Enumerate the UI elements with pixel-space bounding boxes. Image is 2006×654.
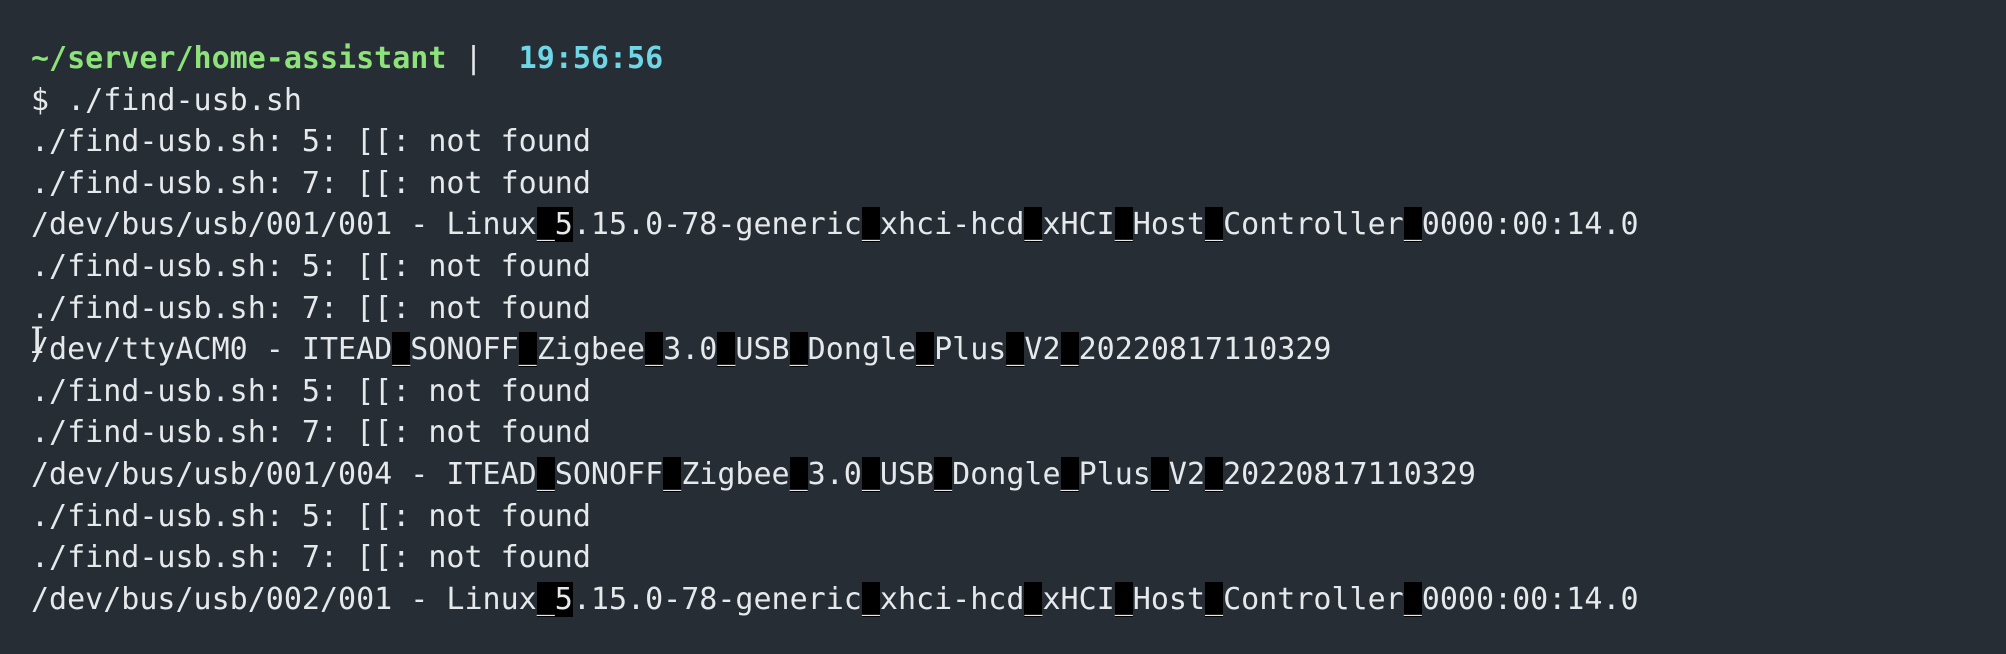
device-text: V2 (1024, 332, 1061, 368)
output-line-error-7: ./find-usb.sh: 7: [[: not found (31, 165, 591, 201)
output-line-device-usb-002-001: /dev/bus/usb/002/001 - Linux_5.15.0-78-g… (31, 579, 2006, 621)
highlight-cell: 5 (554, 581, 573, 617)
prompt-time: 19:56:56 (518, 41, 664, 76)
device-text: 20220817110329 (1078, 332, 1332, 368)
highlight-cell: _ (1205, 456, 1224, 492)
device-text: 0000:00:14.0 (1421, 581, 1639, 617)
device-text: 20220817110329 (1223, 456, 1476, 492)
output-line-device-ttyacm0: /dev/ttyACM0 - ITEAD_SONOFF_Zigbee_3.0_U… (31, 329, 2006, 371)
highlight-cell: _ (536, 581, 555, 617)
device-text: Controller (1223, 207, 1404, 243)
output-line-error-5: ./find-usb.sh: 5: [[: not found (31, 373, 591, 409)
highlight-cell: _ (1024, 207, 1043, 243)
output-line-error-5: ./find-usb.sh: 5: [[: not found (31, 124, 591, 160)
device-text: SONOFF (554, 456, 664, 492)
device-text: Host (1132, 207, 1206, 243)
device-text: xHCI (1042, 581, 1115, 617)
device-text: xHCI (1042, 207, 1115, 243)
highlight-cell: _ (789, 332, 808, 368)
device-text: V2 (1168, 456, 1206, 492)
device-text: .15.0-78-generic (572, 207, 862, 243)
device-text: Zigbee (536, 332, 646, 368)
output-line-error-5: ./find-usb.sh: 5: [[: not found (31, 248, 591, 284)
highlight-cell: _ (861, 456, 880, 492)
highlight-cell: _ (861, 207, 880, 243)
highlight-cell: _ (1060, 456, 1079, 492)
prompt-cwd: ~/server/home-assistant (31, 41, 447, 76)
device-text: 0000:00:14.0 (1421, 207, 1639, 243)
highlight-cell: _ (1006, 332, 1025, 368)
device-text: USB (879, 456, 935, 492)
device-text: Controller (1223, 581, 1404, 617)
highlight-cell: _ (916, 332, 935, 368)
device-text: Host (1132, 581, 1206, 617)
highlight-cell: _ (518, 332, 537, 368)
device-text: xhci-hcd (879, 581, 1025, 617)
device-text: SONOFF (410, 332, 519, 368)
highlight-cell: _ (789, 456, 808, 492)
output-line-error-5: ./find-usb.sh: 5: [[: not found (31, 498, 591, 534)
highlight-cell: _ (1114, 581, 1133, 617)
highlight-cell: _ (717, 332, 736, 368)
device-text: /dev/bus/usb/002/001 - Linux (31, 581, 537, 617)
prompt-separator: | (446, 41, 501, 76)
output-line-device-usb-001-001: /dev/bus/usb/001/001 - Linux_5.15.0-78-g… (31, 204, 2006, 246)
output-line-error-7: ./find-usb.sh: 7: [[: not found (31, 290, 591, 326)
highlight-cell: _ (861, 581, 880, 617)
output-line-device-usb-001-004: /dev/bus/usb/001/004 - ITEAD_SONOFF_Zigb… (31, 454, 2006, 496)
device-text: Dongle (952, 456, 1061, 492)
device-text: 3.0 (807, 456, 862, 492)
device-text: /dev/ttyACM0 - ITEAD (31, 332, 393, 368)
terminal-window[interactable]: ~/server/home-assistant | 19:56:56 $ ./f… (0, 0, 2006, 654)
highlight-cell: _ (536, 456, 555, 492)
device-text: Plus (1078, 456, 1151, 492)
highlight-cell: _ (1205, 207, 1224, 243)
text-cursor-icon: I (30, 321, 45, 362)
highlight-cell: _ (1114, 207, 1133, 243)
device-text: 3.0 (663, 332, 718, 368)
highlight-cell: _ (934, 456, 953, 492)
highlight-cell: _ (1403, 207, 1422, 243)
device-text: .15.0-78-generic (572, 581, 862, 617)
device-text: xhci-hcd (879, 207, 1025, 243)
highlight-cell: _ (645, 332, 664, 368)
device-text: Plus (934, 332, 1007, 368)
device-text: Dongle (807, 332, 917, 368)
highlight-cell: _ (536, 207, 555, 243)
device-text: /dev/bus/usb/001/001 - Linux (31, 207, 537, 243)
device-text: /dev/bus/usb/001/004 - ITEAD (31, 456, 537, 492)
output-line-error-7: ./find-usb.sh: 7: [[: not found (31, 540, 591, 576)
highlight-cell: _ (1150, 456, 1169, 492)
command-text: ./find-usb.sh (49, 82, 302, 118)
highlight-cell: _ (392, 332, 411, 368)
prompt-symbol: $ (31, 82, 50, 118)
shell-prompt: ~/server/home-assistant | 19:56:56 (31, 38, 2006, 80)
highlight-cell: _ (1024, 581, 1043, 617)
output-line-error-7: ./find-usb.sh: 7: [[: not found (31, 415, 591, 451)
highlight-cell: 5 (554, 207, 573, 243)
command-line: $ ./find-usb.sh (31, 80, 2006, 122)
device-text: Zigbee (681, 456, 790, 492)
highlight-cell: _ (1060, 332, 1079, 368)
highlight-cell: _ (1205, 581, 1224, 617)
highlight-cell: _ (1403, 581, 1422, 617)
device-text: USB (735, 332, 790, 368)
highlight-cell: _ (663, 456, 682, 492)
